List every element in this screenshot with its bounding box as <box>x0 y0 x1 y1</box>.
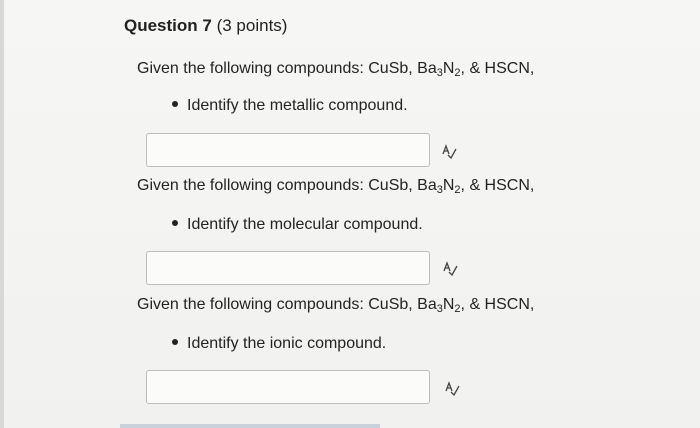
left-border <box>0 0 4 428</box>
bullet-icon <box>172 338 178 345</box>
part-1-answer-input[interactable] <box>146 133 430 167</box>
part-3-prompt: Given the following compounds: CuSb, Ba3… <box>137 296 535 315</box>
part-3-instruction: Identify the ionic compound. <box>172 335 386 353</box>
part-2-prompt: Given the following compounds: CuSb, Ba3… <box>137 177 535 196</box>
spellcheck-icon[interactable] <box>441 143 457 159</box>
question-title: Question 7 (3 points) <box>124 16 287 36</box>
bullet-icon <box>172 100 178 107</box>
part-2-instruction: Identify the molecular compound. <box>172 216 423 234</box>
part-2-answer-input[interactable] <box>146 251 430 285</box>
quiz-page: Question 7 (3 points) Given the followin… <box>0 0 700 428</box>
bullet-icon <box>172 219 178 226</box>
spellcheck-icon[interactable] <box>444 380 460 396</box>
part-1-instruction: Identify the metallic compound. <box>172 97 408 115</box>
question-points: (3 points) <box>216 16 288 35</box>
part-1-prompt: Given the following compounds: CuSb, Ba3… <box>137 60 535 79</box>
spellcheck-icon[interactable] <box>442 260 458 276</box>
question-number: Question 7 <box>124 16 212 35</box>
bottom-scroll-hint <box>120 424 380 428</box>
part-3-answer-input[interactable] <box>146 370 430 404</box>
